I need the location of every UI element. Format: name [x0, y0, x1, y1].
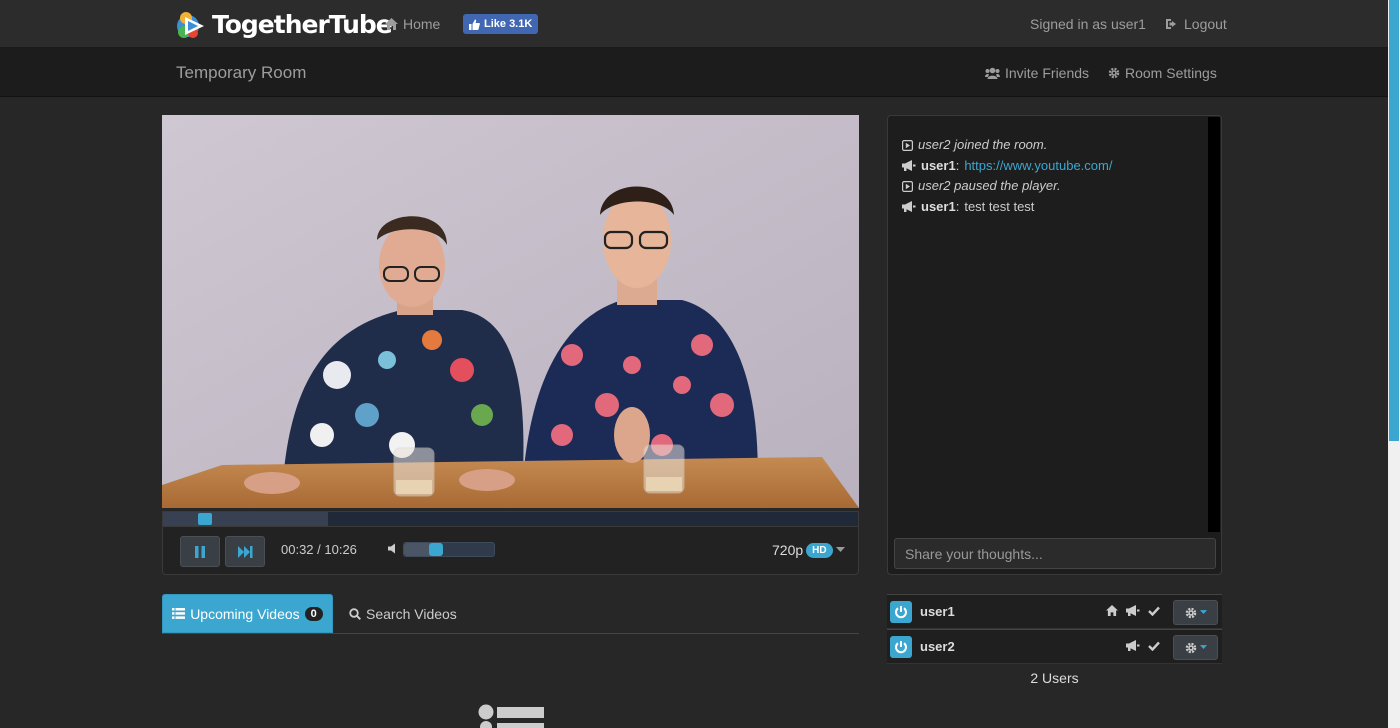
tab-upcoming-label: Upcoming Videos: [190, 605, 300, 622]
invite-friends-label: Invite Friends: [1005, 65, 1090, 81]
nav-home-link[interactable]: Home: [385, 16, 440, 32]
gear-icon: [1185, 642, 1196, 653]
chat-separator: :: [955, 198, 960, 214]
home-icon: [385, 18, 398, 30]
power-icon: [890, 601, 912, 623]
room-title: Temporary Room: [176, 63, 307, 82]
user-count: 2 Users: [1030, 670, 1079, 686]
pause-button[interactable]: [180, 536, 220, 567]
page-scrollbar[interactable]: [1388, 0, 1400, 728]
check-icon: [1148, 606, 1160, 616]
signed-in-status: Signed in as user1: [1030, 16, 1146, 32]
quality-selector[interactable]: 720p HD: [772, 542, 845, 558]
bullhorn-icon: [902, 160, 916, 172]
volume-icon[interactable]: [388, 543, 399, 554]
logout-label: Logout: [1184, 16, 1227, 32]
bullhorn-icon: [902, 201, 916, 213]
user-list: user1 user2: [887, 594, 1222, 664]
search-icon: [349, 607, 361, 620]
skip-next-button[interactable]: [225, 536, 265, 567]
user-name: user1: [920, 604, 955, 619]
room-header: Temporary Room Invite Friends Room Setti…: [0, 48, 1388, 97]
facebook-like-button[interactable]: Like 3.1K: [463, 14, 539, 34]
chat-separator: :: [955, 157, 960, 173]
chat-message-text: test test test: [964, 198, 1035, 214]
tab-upcoming-videos[interactable]: Upcoming Videos 0: [162, 594, 333, 633]
top-navbar: TogetherTube Home Like 3.1K Signed in as…: [0, 0, 1388, 48]
chat-log: user2 joined the room. user1: https://ww…: [902, 135, 1202, 217]
video-player[interactable]: [162, 115, 859, 508]
nav-home-label: Home: [403, 16, 441, 32]
check-icon: [1148, 641, 1160, 651]
user-settings-button[interactable]: [1173, 635, 1218, 660]
users-icon: [985, 67, 1000, 79]
player-controls: 00:32 / 10:26 720p HD: [162, 527, 859, 575]
caret-down-icon: [1199, 610, 1207, 615]
room-settings-label: Room Settings: [1125, 65, 1217, 81]
video-tabs: Upcoming Videos 0 Search Videos: [162, 594, 859, 634]
tab-search-label: Search Videos: [366, 605, 457, 622]
chat-input[interactable]: [894, 538, 1216, 569]
user-name: user2: [920, 639, 955, 654]
home-icon: [1106, 605, 1118, 616]
user-row: user1: [887, 594, 1222, 629]
chat-link[interactable]: https://www.youtube.com/: [964, 156, 1112, 177]
pause-icon: [195, 545, 205, 558]
power-icon: [890, 636, 912, 658]
chat-message: user1: test test test: [902, 197, 1202, 218]
caret-down-icon: [1199, 645, 1207, 650]
gear-icon: [1108, 67, 1120, 79]
tab-search-videos[interactable]: Search Videos: [349, 594, 457, 633]
chat-message: user1: https://www.youtube.com/: [902, 156, 1202, 177]
chat-scrollbar[interactable]: [1208, 117, 1220, 532]
user-row: user2: [887, 629, 1222, 664]
volume-slider[interactable]: [403, 542, 495, 557]
volume-handle[interactable]: [429, 543, 443, 556]
caret-down-icon: [835, 547, 845, 552]
facebook-like-label: Like 3.1K: [484, 18, 533, 30]
bullhorn-icon: [1126, 640, 1140, 651]
chat-username[interactable]: user1: [921, 199, 956, 214]
togethertube-logo[interactable]: TogetherTube: [176, 5, 393, 43]
chat-panel: user2 joined the room. user1: https://ww…: [887, 115, 1222, 575]
logo-text: TogetherTube: [212, 9, 393, 39]
page-scrollbar-thumb[interactable]: [1389, 0, 1399, 441]
logout-link[interactable]: Logout: [1166, 16, 1227, 32]
video-frame: [162, 115, 859, 508]
user-permission-icons: [1106, 605, 1160, 616]
seek-handle[interactable]: [198, 513, 212, 525]
play-square-icon: [902, 180, 913, 192]
list-icon: [172, 608, 186, 619]
gear-icon: [1185, 607, 1196, 618]
bullhorn-icon: [1126, 605, 1140, 616]
room-settings-link[interactable]: Room Settings: [1108, 65, 1217, 81]
logo-play-icon: [177, 12, 204, 38]
seek-buffered: [163, 512, 328, 526]
play-square-icon: [902, 139, 913, 151]
thumbs-up-icon: [469, 19, 480, 30]
upcoming-count-badge: 0: [304, 606, 323, 621]
empty-queue-list-icon: [478, 704, 544, 728]
hd-badge: HD: [806, 542, 833, 558]
skip-forward-icon: [237, 545, 252, 558]
sign-out-icon: [1166, 19, 1176, 29]
chat-username[interactable]: user1: [921, 158, 956, 173]
chat-message-text: user2 joined the room.: [918, 137, 1048, 152]
invite-friends-link[interactable]: Invite Friends: [985, 65, 1089, 81]
seek-bar[interactable]: [162, 511, 859, 527]
chat-message-event: user2 joined the room.: [902, 135, 1202, 156]
playback-time: 00:32 / 10:26: [281, 542, 357, 557]
user-settings-button[interactable]: [1173, 600, 1218, 625]
quality-label: 720p: [772, 542, 804, 558]
chat-message-text: user2 paused the player.: [918, 178, 1061, 193]
user-permission-icons: [1126, 640, 1160, 651]
chat-message-event: user2 paused the player.: [902, 176, 1202, 197]
